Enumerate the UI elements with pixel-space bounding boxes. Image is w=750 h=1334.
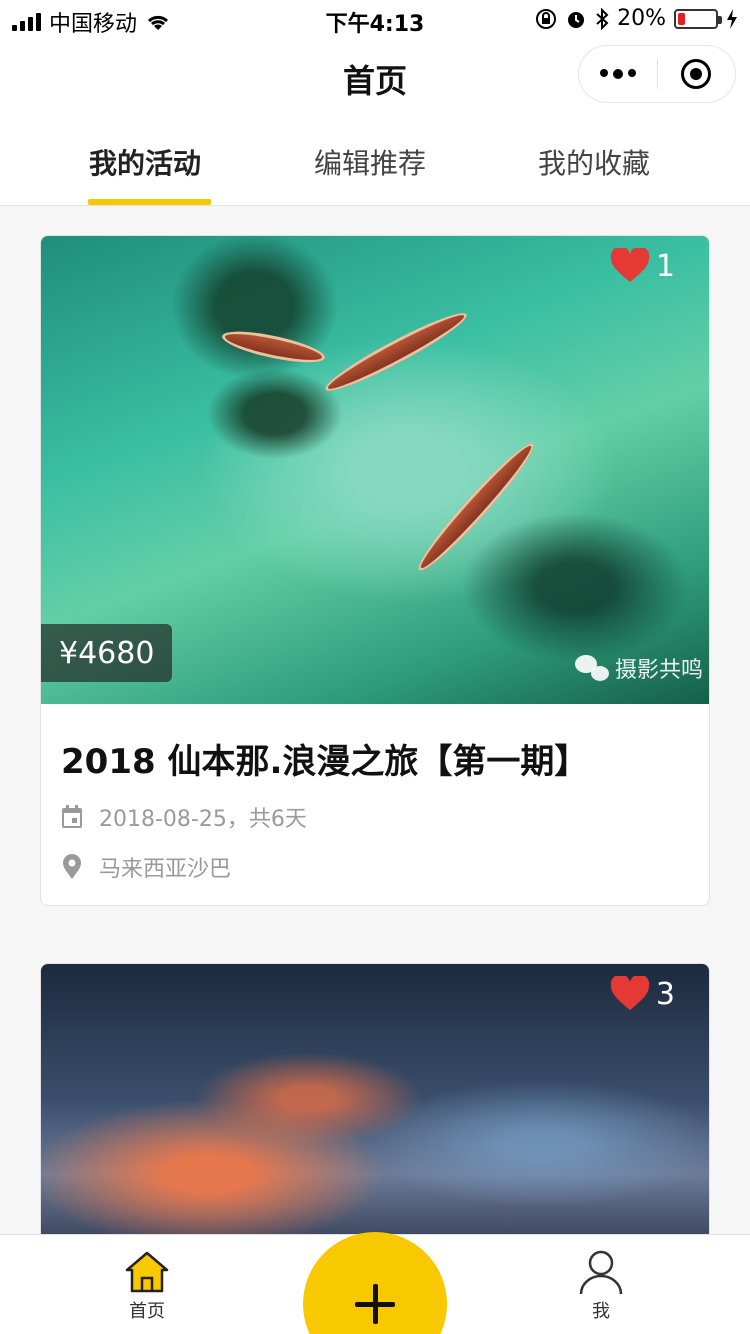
like-count: 1 [655,248,675,284]
battery-icon [674,8,722,29]
boat-shape [410,436,542,578]
lock-rotation-icon [536,8,557,29]
heart-icon [610,976,650,1010]
tab-my-favorites[interactable]: 我的收藏 [538,142,650,182]
active-tab-indicator [88,199,211,205]
activity-cover-image[interactable]: 3 [41,964,709,1263]
tab-my-activities[interactable]: 我的活动 [89,142,201,182]
home-icon [125,1251,169,1293]
price-badge: ¥4680 [41,624,173,682]
tab-me[interactable]: 我 [541,1247,661,1323]
bluetooth-icon [596,7,609,30]
tab-home[interactable]: 首页 [87,1247,207,1323]
boat-shape [320,304,472,400]
tab-me-label: 我 [592,1301,610,1322]
activity-card[interactable]: 1 ¥4680 摄影共鸣 2018 仙本那.浪漫之旅【第一期】 2018-08-… [40,235,710,906]
status-right: 20% [535,6,738,31]
location-pin-icon [61,854,83,879]
activity-date: 2018-08-25，共6天 [99,807,307,832]
card-body: 2018 仙本那.浪漫之旅【第一期】 2018-08-25，共6天 马来西亚沙巴 [41,704,709,905]
status-bar: 中国移动 下午4:13 20% [0,0,750,40]
activity-location: 马来西亚沙巴 [99,857,232,882]
activity-location-row: 马来西亚沙巴 [61,851,689,883]
nav-bar: 首页 [0,40,750,120]
close-miniprogram-button[interactable] [658,59,736,89]
activity-card[interactable]: 3 [40,963,710,1263]
heart-icon [610,248,650,282]
miniprogram-capsule [578,45,736,103]
battery-percent: 20% [617,6,666,31]
add-activity-button[interactable] [303,1232,447,1334]
boat-shape [219,325,328,369]
tab-home-label: 首页 [129,1301,165,1322]
like-count: 3 [655,976,675,1012]
activity-title: 2018 仙本那.浪漫之旅【第一期】 [61,742,589,782]
image-watermark: 摄影共鸣 [574,652,703,684]
target-icon [681,59,712,89]
alarm-icon [568,11,585,28]
watermark-text: 摄影共鸣 [614,658,703,683]
tab-editor-picks[interactable]: 编辑推荐 [314,142,426,182]
activity-date-row: 2018-08-25，共6天 [61,801,689,833]
wechat-icon [574,655,609,681]
tab-bar-top: 我的活动 编辑推荐 我的收藏 [0,120,750,206]
like-counter[interactable]: 3 [610,976,675,1012]
bottom-tab-bar: 首页 我 [0,1232,750,1334]
activity-cover-image[interactable]: 1 ¥4680 摄影共鸣 [41,236,709,704]
calendar-icon [61,805,83,829]
more-button[interactable] [579,69,657,79]
like-counter[interactable]: 1 [610,248,675,284]
user-icon [579,1250,623,1295]
charging-icon [727,8,737,29]
more-dots-icon [599,69,608,77]
